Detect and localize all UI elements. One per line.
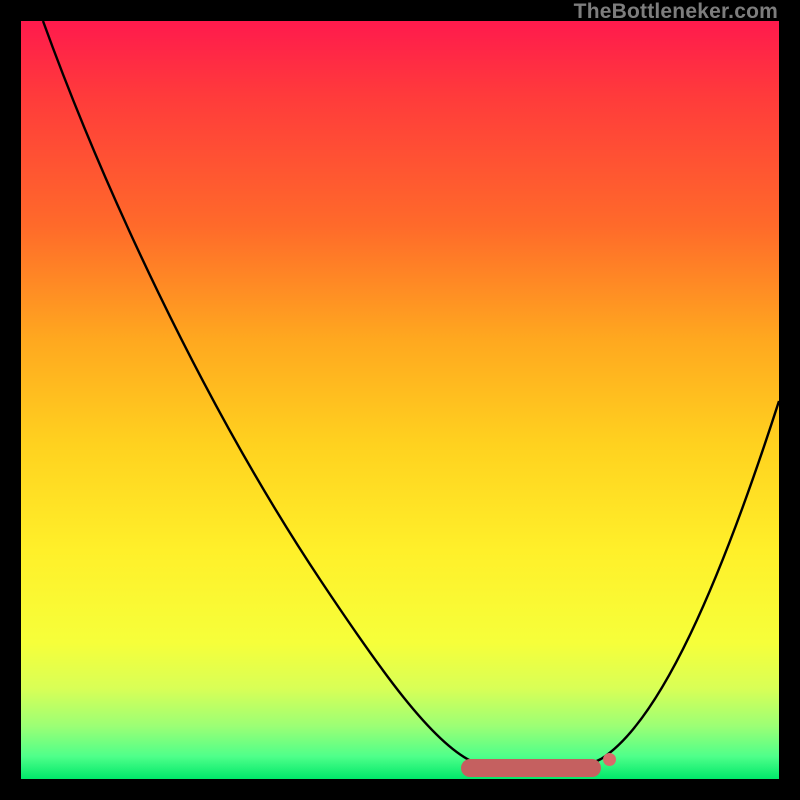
plot-area [21,21,779,779]
curve-layer [21,21,779,779]
optimal-range-end-dot [603,753,616,766]
bottleneck-chart: TheBottleneker.com [0,0,800,800]
watermark-text: TheBottleneker.com [574,0,778,24]
bottleneck-curve [43,21,779,774]
optimal-range-marker [461,759,601,777]
